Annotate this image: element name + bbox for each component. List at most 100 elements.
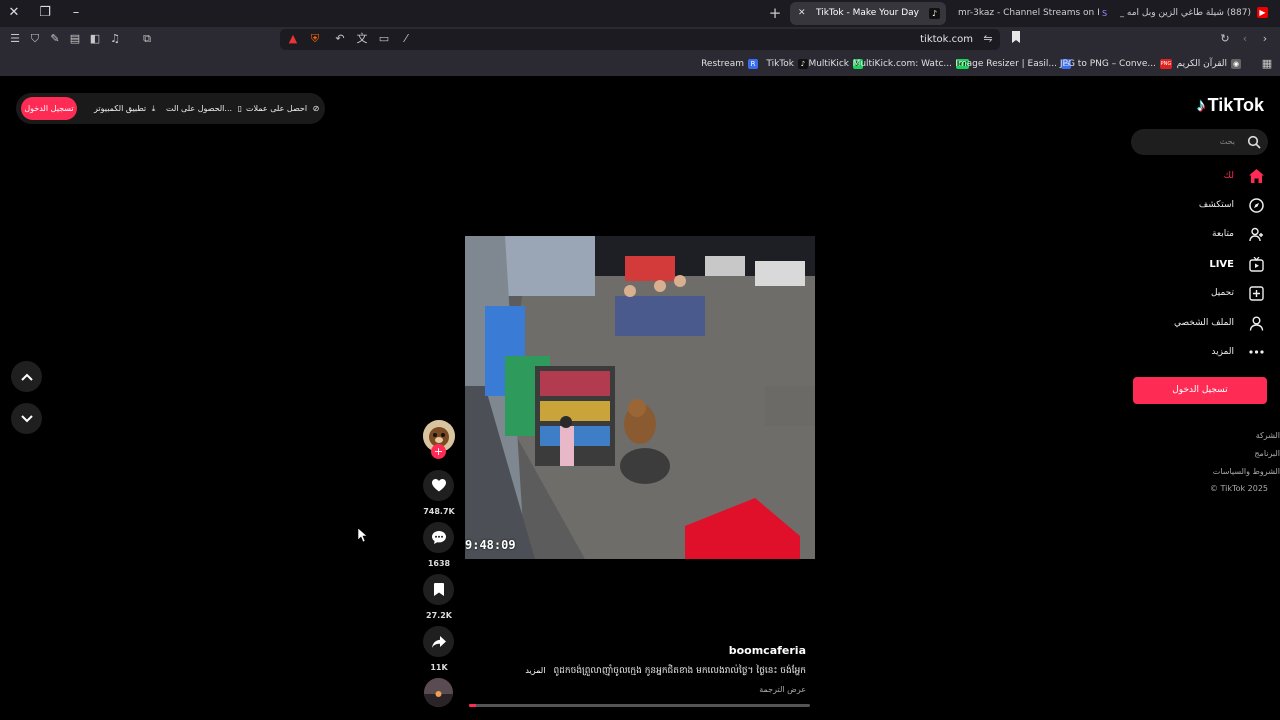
bookmarks-bar: Restream R TikTok ♪ MultiKick K MultiKick.c… [0, 52, 1280, 76]
phone-icon: ▯ [237, 104, 242, 113]
comment-icon [431, 531, 446, 544]
globe-icon: ◉ [1231, 58, 1241, 69]
like-count: 748.7K [423, 507, 455, 516]
url-text[interactable]: tiktok.com [920, 29, 973, 50]
bookmark-quran[interactable]: القرآن الكريم ◉ [1177, 52, 1241, 76]
explore-icon [1248, 197, 1264, 213]
creator-username[interactable]: boomcaferia [729, 644, 806, 657]
profile-icon [1248, 315, 1264, 331]
minimize-window-icon[interactable]: – [65, 3, 87, 23]
site-settings-icon[interactable]: ⇋ [980, 31, 996, 47]
tiktok-logo[interactable]: ♪ TikTok [1197, 93, 1264, 117]
translate-icon[interactable]: 文 [354, 31, 370, 47]
extension-icon[interactable]: ⁄ [398, 31, 414, 47]
search-icon[interactable] [1247, 135, 1261, 149]
tiktok-favicon-icon: ♪ [929, 8, 940, 19]
music-icon[interactable]: ♫ [107, 31, 123, 47]
tabs-icon[interactable]: ▤ [67, 31, 83, 47]
shield-icon[interactable]: ⛉ [27, 31, 43, 47]
video-caption: المزيد ពូដកចង់ព្រួលាញ៉ាំចូលក្មេង កូនអ្នកជ… [525, 665, 806, 678]
get-coins-button[interactable]: احصل على عملات ⊘ [246, 93, 319, 124]
comment-count: 1638 [427, 559, 451, 568]
close-tab-icon[interactable]: ✕ [798, 2, 810, 25]
tab-title: TikTok - Make Your Day [816, 8, 920, 18]
forward-icon[interactable]: › [1257, 31, 1273, 47]
download-icon: ⤓ [151, 104, 156, 113]
following-icon [1248, 226, 1264, 242]
menu-icon[interactable]: ☰ [7, 31, 23, 47]
tab-youtube[interactable]: ▶ (887) شيلة طاغي الزين وبل امه _ اداء [1120, 2, 1276, 25]
bookmark-label: JPG to PNG – Conve... [1059, 59, 1156, 69]
top-action-bar: تسجيل الدخول تطبيق الكمبيوتر ⤓ الحصول عل… [16, 93, 325, 124]
screenshot-icon[interactable]: ⧉ [139, 31, 155, 47]
bookmark-label: MultiKick.com: Watc... [852, 59, 952, 69]
upload-icon [1248, 285, 1264, 301]
nav-following[interactable]: متابعة [1212, 223, 1264, 245]
caption-more-button[interactable]: المزيد [525, 666, 545, 675]
reload-icon[interactable]: ↻ [1217, 31, 1233, 47]
back-icon[interactable]: ‹ [1237, 31, 1253, 47]
see-translation-link[interactable]: عرض الترجمة [759, 685, 806, 694]
bookmarks-grid-icon[interactable]: ▦ [1259, 56, 1275, 72]
footer-company-link[interactable]: الشركة [1256, 431, 1280, 440]
next-video-button[interactable] [11, 403, 42, 434]
bookmark-label: Image Resizer | Easil... [955, 59, 1057, 69]
url-bar[interactable]: ▲ ⛨ ↶ 文 ▭ ⁄ tiktok.com ⇋ [280, 29, 1000, 50]
nav-label: تحميل [1210, 288, 1234, 298]
sidebar-login-button[interactable]: تسجيل الدخول [1133, 377, 1267, 404]
footer-terms-link[interactable]: الشروط والسياسات [1213, 467, 1280, 476]
comment-button[interactable] [423, 522, 454, 553]
get-app-button[interactable]: الحصول على الت... ▯ [166, 93, 242, 124]
bookmark-jpg-to-png[interactable]: JPG to PNG – Conve... PNG [1060, 52, 1172, 76]
footer-program-link[interactable]: البرنامج [1254, 449, 1280, 458]
live-icon [1248, 256, 1264, 272]
coin-icon: ⊘ [312, 104, 320, 113]
nav-more[interactable]: المزيد [1211, 341, 1264, 363]
like-button[interactable] [423, 470, 454, 501]
video-frame-image [465, 236, 815, 559]
restore-window-icon[interactable]: ❐ [34, 3, 56, 23]
cast-icon[interactable]: ▭ [376, 31, 392, 47]
sidebar-icon[interactable]: ◧ [87, 31, 103, 47]
video-progress-fill [469, 704, 476, 707]
tiktok-icon: ♪ [798, 58, 808, 69]
login-button[interactable]: تسجيل الدخول [21, 97, 77, 120]
bookmark-tiktok[interactable]: TikTok ♪ [766, 52, 808, 76]
search-input[interactable]: بحث [1131, 129, 1268, 155]
video-player[interactable]: 9:48:09 [465, 236, 815, 559]
nav-live[interactable]: LIVE [1209, 253, 1264, 275]
share-count: 11K [430, 663, 448, 672]
tab-tiktok[interactable]: ✕ TikTok - Make Your Day ♪ [790, 2, 946, 25]
previous-video-button[interactable] [11, 361, 42, 392]
new-tab-button[interactable]: + [767, 3, 783, 23]
music-disc[interactable] [424, 678, 453, 707]
video-progress-bar[interactable] [469, 704, 810, 707]
pen-icon[interactable]: ✎ [47, 31, 63, 47]
bookmark-label: MultiKick [808, 59, 849, 69]
nav-for-you[interactable]: لك [1224, 165, 1264, 187]
close-window-icon[interactable]: ✕ [3, 3, 25, 23]
tab-kick[interactable]: mr-3kaz - Channel Streams on Kick S [950, 2, 1110, 25]
desktop-app-label: تطبيق الكمبيوتر [94, 104, 147, 113]
save-button[interactable] [423, 574, 454, 605]
nav-label: لك [1223, 171, 1234, 181]
brave-rewards-icon[interactable]: ▲ [285, 31, 301, 47]
brave-shields-icon[interactable]: ⛨ [307, 31, 323, 47]
nav-explore[interactable]: استكشف [1199, 194, 1264, 216]
nav-upload[interactable]: تحميل [1211, 282, 1264, 304]
get-app-label: الحصول على الت... [166, 104, 233, 113]
desktop-app-button[interactable]: تطبيق الكمبيوتر ⤓ [94, 93, 155, 124]
png-icon: PNG [1160, 58, 1172, 69]
follow-button[interactable]: + [431, 444, 446, 459]
bookmark-icon[interactable] [1008, 31, 1024, 47]
bookmark-restream[interactable]: Restream R [701, 52, 758, 76]
share-arrow-icon [431, 635, 446, 648]
video-timestamp: 9:48:09 [465, 538, 516, 552]
share-button[interactable] [423, 626, 454, 657]
kick-favicon-icon: S [1099, 8, 1110, 19]
bookmark-image-resizer[interactable]: Image Resizer | Easil... ▭ [955, 52, 1071, 76]
back-arrow-icon[interactable]: ↶ [332, 31, 348, 47]
tab-title: mr-3kaz - Channel Streams on Kick [958, 8, 1110, 18]
nav-profile[interactable]: الملف الشخصي [1174, 312, 1264, 334]
bookmark-multikick-watch[interactable]: MultiKick.com: Watc... MK [853, 52, 969, 76]
